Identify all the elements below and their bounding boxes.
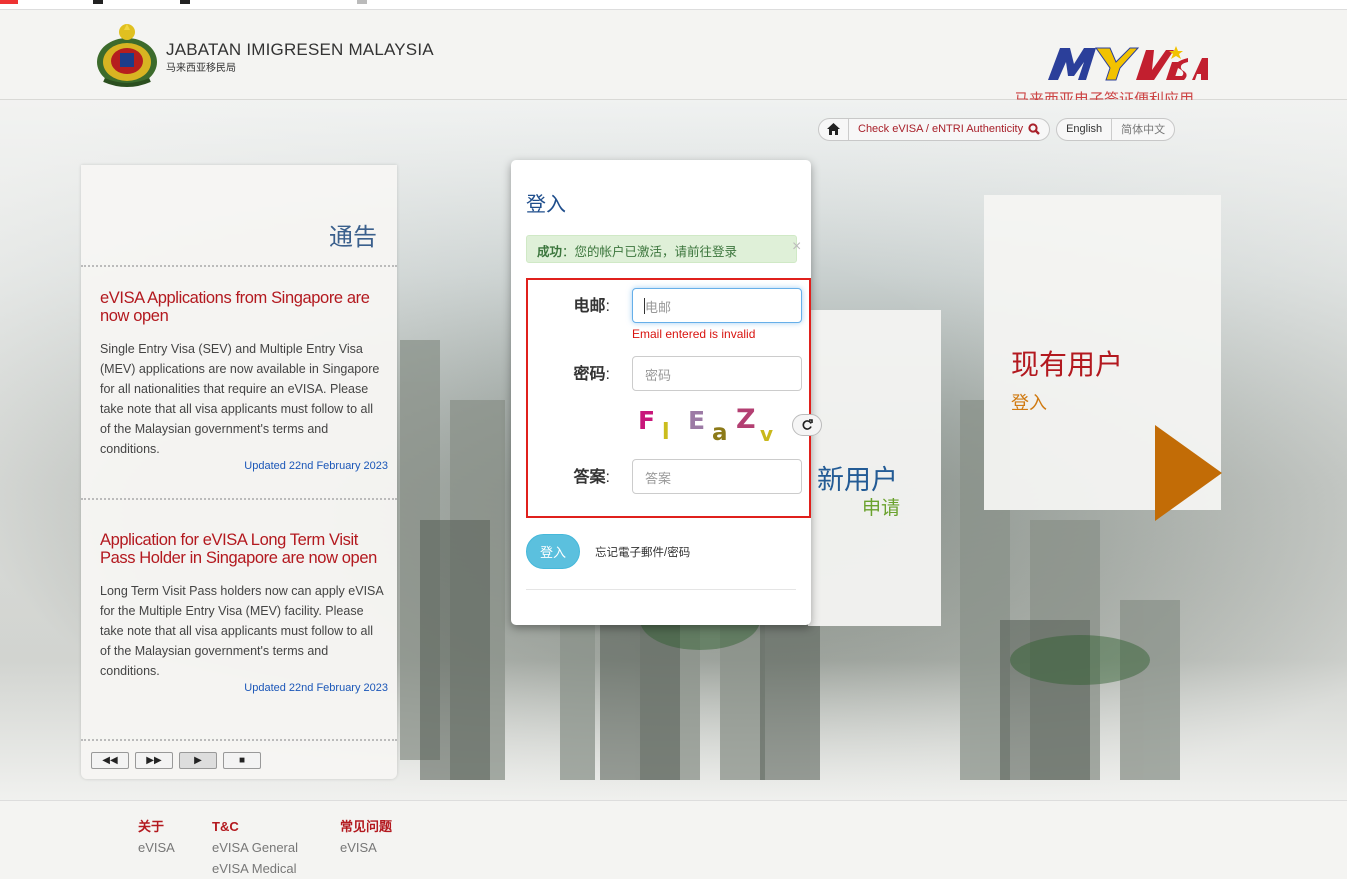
forward-button[interactable]: ▶▶ <box>135 752 173 769</box>
arrow-right-icon[interactable] <box>1155 425 1222 521</box>
news-item: Application for eVISA Long Term Visit Pa… <box>100 531 388 695</box>
agency-subtitle: 马来西亚移民局 <box>166 63 236 74</box>
answer-label: 答案: <box>528 463 610 487</box>
modal-title: 登入 <box>526 194 566 216</box>
malaysia-crest-logo <box>97 24 157 87</box>
forward-icon: ▶▶ <box>146 755 162 766</box>
news-body: Single Entry Visa (SEV) and Multiple Ent… <box>100 342 380 456</box>
alert-bold: 成功 <box>537 245 563 259</box>
footer-link[interactable]: eVISA <box>138 837 175 858</box>
existing-user-login[interactable]: 登入 <box>1011 389 1047 415</box>
close-icon[interactable]: × <box>792 238 801 256</box>
forgot-email-password-link[interactable]: 忘记電子郵件/密码 <box>595 544 690 560</box>
check-authenticity-label: Check eVISA / eNTRI Authenticity <box>858 123 1024 135</box>
captcha-char: a <box>712 420 728 446</box>
label-colon: : <box>605 366 610 383</box>
footer-heading: T&C <box>212 819 239 834</box>
captcha-char: Z <box>736 404 756 435</box>
tab-marker <box>357 0 367 4</box>
notice-panel: 通告 eVISA Applications from Singapore are… <box>81 165 397 779</box>
captcha-image: F l E a Z v <box>638 404 788 446</box>
footer-column-faq: 常见问题 eVISA <box>340 816 392 858</box>
news-title[interactable]: eVISA Applications from Singapore are no… <box>100 289 384 325</box>
password-label: 密码: <box>528 360 610 384</box>
search-icon <box>1028 123 1040 135</box>
home-icon <box>827 123 840 135</box>
rewind-icon: ◀◀ <box>102 755 118 766</box>
agency-name: JABATAN IMIGRESEN MALAYSIA <box>166 40 434 59</box>
tab-marker <box>180 0 190 4</box>
email-field[interactable]: 电邮 <box>632 288 802 323</box>
myvisa-logo <box>1048 46 1208 81</box>
rewind-button[interactable]: ◀◀ <box>91 752 129 769</box>
email-label: 电邮: <box>528 292 610 316</box>
footer-heading: 常见问题 <box>340 819 393 834</box>
stop-icon: ■ <box>238 755 246 766</box>
divider <box>81 265 397 267</box>
footer-link[interactable]: eVISA Medical <box>212 858 298 879</box>
site-header: JABATAN IMIGRESEN MALAYSIA 马来西亚移民局 马来西亚电… <box>0 10 1347 108</box>
email-label-text: 电邮 <box>573 298 606 315</box>
divider <box>81 498 397 500</box>
new-user-title[interactable]: 新用户 <box>817 458 898 497</box>
modal-divider <box>526 589 796 590</box>
language-switcher: English 简体中文 <box>1056 117 1176 141</box>
slider-controls: ◀◀ ▶▶ ▶ ■ <box>91 752 261 769</box>
news-updated: Updated 22nd February 2023 <box>244 460 388 472</box>
answer-label-text: 答案 <box>573 469 606 486</box>
top-toolbar: Check eVISA / eNTRI Authenticity English… <box>818 117 1176 141</box>
tab-marker <box>0 0 18 4</box>
lang-chinese[interactable]: 简体中文 <box>1111 118 1174 140</box>
check-authenticity-link[interactable]: Check eVISA / eNTRI Authenticity <box>848 118 1049 140</box>
login-modal: 登入 成功：您的帐户已激活，请前往登录 × 电邮: 电邮 Email enter… <box>511 160 822 625</box>
new-user-apply[interactable]: 申请 <box>862 493 900 520</box>
captcha-char: l <box>662 420 670 445</box>
news-title[interactable]: Application for eVISA Long Term Visit Pa… <box>100 531 384 567</box>
refresh-icon <box>802 419 813 430</box>
footer-column-about: 关于 eVISA <box>138 816 175 858</box>
site-footer: 关于 eVISA T&C eVISA General eVISA Medical… <box>0 800 1347 879</box>
existing-user-title[interactable]: 现有用户 <box>1011 343 1123 383</box>
divider <box>81 739 397 741</box>
label-colon: : <box>605 298 610 315</box>
news-body: Long Term Visit Pass holders now can app… <box>100 584 384 678</box>
footer-link[interactable]: eVISA <box>340 837 392 858</box>
play-button[interactable]: ▶ <box>179 752 217 769</box>
captcha-char: v <box>760 422 774 446</box>
browser-tab-strip <box>0 0 1347 10</box>
captcha-answer-field[interactable]: 答案 <box>632 459 802 494</box>
password-label-text: 密码 <box>573 366 606 383</box>
news-item: eVISA Applications from Singapore are no… <box>100 289 388 473</box>
login-button[interactable]: 登入 <box>526 534 580 569</box>
footer-heading: 关于 <box>138 819 165 834</box>
success-alert: 成功：您的帐户已激活，请前往登录 <box>526 235 797 263</box>
stop-button[interactable]: ■ <box>223 752 261 769</box>
notice-title: 通告 <box>329 224 377 251</box>
captcha-refresh-button[interactable] <box>792 414 822 436</box>
lang-english[interactable]: English <box>1057 119 1111 140</box>
footer-column-tc: T&C eVISA General eVISA Medical <box>212 816 298 879</box>
footer-link[interactable]: eVISA General <box>212 837 298 858</box>
authenticity-pill: Check eVISA / eNTRI Authenticity <box>818 117 1051 141</box>
alert-text: ：您的帐户已激活，请前往登录 <box>562 245 738 259</box>
tab-marker <box>93 0 103 4</box>
news-updated: Updated 22nd February 2023 <box>244 682 388 694</box>
password-field[interactable]: 密码 <box>632 356 802 391</box>
captcha-char: F <box>638 406 656 435</box>
home-button[interactable] <box>819 119 848 140</box>
captcha-char: E <box>688 406 706 435</box>
play-icon: ▶ <box>194 755 202 766</box>
label-colon: : <box>605 469 610 486</box>
email-error: Email entered is invalid <box>632 327 756 341</box>
login-form-highlight: 电邮: 电邮 Email entered is invalid 密码: 密码 F… <box>526 278 822 518</box>
